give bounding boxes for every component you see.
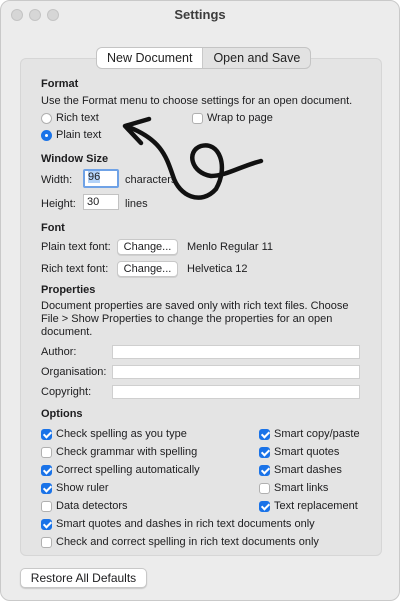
smart-quotes-label[interactable]: Smart quotes <box>274 446 339 458</box>
options-heading: Options <box>41 408 83 420</box>
rich-only-smart-quotes-label[interactable]: Smart quotes and dashes in rich text doc… <box>56 518 315 530</box>
settings-window: Settings New Document Open and Save Form… <box>0 0 400 601</box>
smart-copy-paste-label[interactable]: Smart copy/paste <box>274 428 360 440</box>
format-description: Use the Format menu to choose settings f… <box>41 95 353 107</box>
properties-description-line1: Document properties are saved only with … <box>41 300 349 312</box>
font-heading: Font <box>41 222 65 234</box>
check-grammar-checkbox[interactable] <box>41 447 52 458</box>
properties-description-line2: File > Show Properties to change the pro… <box>41 313 333 325</box>
text-replacement-checkbox[interactable] <box>259 501 270 512</box>
plain-text-label[interactable]: Plain text <box>56 129 101 141</box>
properties-description-line3: document. <box>41 326 93 338</box>
height-unit: lines <box>125 198 148 210</box>
tab-new-document[interactable]: New Document <box>97 48 204 68</box>
author-field[interactable] <box>112 345 360 359</box>
copyright-field[interactable] <box>112 385 360 399</box>
check-spelling-label[interactable]: Check spelling as you type <box>56 428 187 440</box>
plain-text-font-label: Plain text font: <box>41 241 111 253</box>
width-value: 96 <box>88 171 101 183</box>
height-input[interactable]: 30 <box>83 194 119 210</box>
wrap-to-page-label[interactable]: Wrap to page <box>207 112 273 124</box>
width-label: Width: <box>41 174 73 186</box>
organisation-field[interactable] <box>112 365 360 379</box>
smart-dashes-checkbox[interactable] <box>259 465 270 476</box>
check-spelling-checkbox[interactable] <box>41 429 52 440</box>
plain-font-change-button[interactable]: Change... <box>117 239 178 255</box>
properties-heading: Properties <box>41 284 96 296</box>
rich-text-label[interactable]: Rich text <box>56 112 99 124</box>
width-input[interactable]: 96 <box>83 169 119 188</box>
show-ruler-checkbox[interactable] <box>41 483 52 494</box>
smart-copy-paste-checkbox[interactable] <box>259 429 270 440</box>
rich-font-change-button[interactable]: Change... <box>117 261 178 277</box>
smart-dashes-label[interactable]: Smart dashes <box>274 464 342 476</box>
rich-font-value: Helvetica 12 <box>187 263 248 275</box>
title-bar: Settings <box>1 1 399 29</box>
rich-text-radio[interactable] <box>41 113 52 124</box>
check-grammar-label[interactable]: Check grammar with spelling <box>56 446 197 458</box>
width-unit: characters <box>125 174 177 186</box>
correct-spelling-label[interactable]: Correct spelling automatically <box>56 464 200 476</box>
correct-spelling-checkbox[interactable] <box>41 465 52 476</box>
tab-bar: New Document Open and Save <box>96 47 312 69</box>
rich-text-font-label: Rich text font: <box>41 263 109 275</box>
wrap-to-page-checkbox[interactable] <box>192 113 203 124</box>
data-detectors-checkbox[interactable] <box>41 501 52 512</box>
rich-only-spelling-checkbox[interactable] <box>41 537 52 548</box>
data-detectors-label[interactable]: Data detectors <box>56 500 128 512</box>
rich-only-spelling-label[interactable]: Check and correct spelling in rich text … <box>56 536 319 548</box>
format-heading: Format <box>41 78 79 90</box>
plain-text-radio[interactable] <box>41 130 52 141</box>
copyright-label: Copyright: <box>41 386 92 398</box>
show-ruler-label[interactable]: Show ruler <box>56 482 109 494</box>
text-replacement-label[interactable]: Text replacement <box>274 500 358 512</box>
tab-open-and-save[interactable]: Open and Save <box>203 48 310 68</box>
rich-only-smart-quotes-checkbox[interactable] <box>41 519 52 530</box>
smart-links-checkbox[interactable] <box>259 483 270 494</box>
smart-links-label[interactable]: Smart links <box>274 482 328 494</box>
restore-all-defaults-button[interactable]: Restore All Defaults <box>20 568 147 588</box>
window-size-heading: Window Size <box>41 153 109 165</box>
organisation-label: Organisation: <box>41 366 107 378</box>
window-title: Settings <box>174 7 226 22</box>
author-label: Author: <box>41 346 77 358</box>
smart-quotes-checkbox[interactable] <box>259 447 270 458</box>
height-label: Height: <box>41 198 76 210</box>
plain-font-value: Menlo Regular 11 <box>187 241 274 253</box>
